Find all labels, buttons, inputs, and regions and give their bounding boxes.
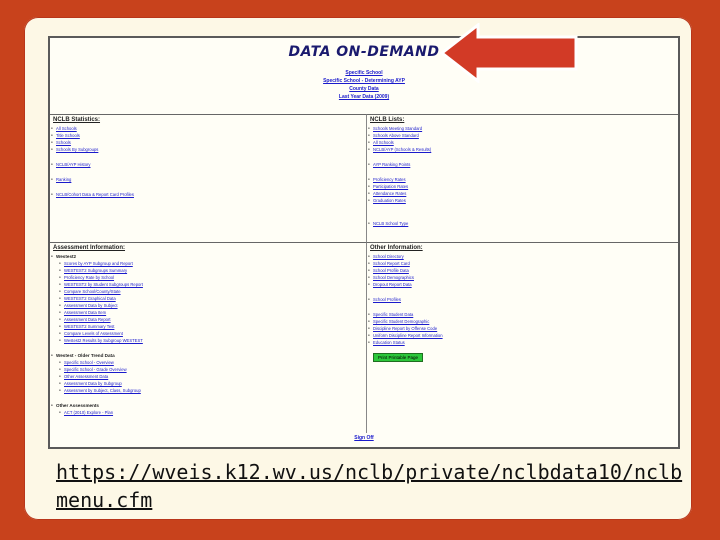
panel-assessment: Assessment Information: Westest2 Scores … <box>50 242 366 433</box>
list-item-link[interactable]: WESTEST2 Graphical Data <box>50 295 366 302</box>
list-item-link[interactable]: Specific School - Overview <box>50 359 366 366</box>
list-item-link[interactable]: WESTEST2 Summary Test <box>50 323 366 330</box>
list-item-link[interactable]: School Profile Data <box>367 267 678 274</box>
list-item-link[interactable]: School Directory <box>367 253 678 260</box>
list-item-link[interactable]: All Schools <box>50 125 366 132</box>
list-item-link[interactable]: Schools Meeting Standard <box>367 125 678 132</box>
list-item-link[interactable]: Discipline Report by Offense Code <box>367 325 678 332</box>
list-item-link[interactable]: Title Schools <box>50 132 366 139</box>
list-item-link[interactable]: Proficiency Rates <box>367 176 678 183</box>
print-button[interactable]: Print Printable Page <box>373 353 424 362</box>
list-item-link[interactable]: NCLB School Type <box>367 220 678 227</box>
left-arrow-icon <box>440 23 578 83</box>
list-item-link[interactable]: NCLB/Cohort Data & Report Card Profiles <box>50 191 366 198</box>
header-link-last-year[interactable]: Last Year Data (2009) <box>50 94 678 100</box>
panel-heading: NCLB Lists: <box>370 117 405 123</box>
list-item-link[interactable]: Other Assessment Data <box>50 373 366 380</box>
panel-nclb-statistics: NCLB Statistics: All SchoolsTitle School… <box>50 114 366 243</box>
screenshot-frame: DATA ON-DEMAND Specific School Specific … <box>48 36 680 449</box>
list-item-link[interactable]: Assessment Data Report <box>50 316 366 323</box>
list-item-link[interactable]: NCLB/AYP (Schools & Results) <box>367 146 678 153</box>
other-assessments-list: ACT (2010) Explore - Plan <box>50 409 366 416</box>
header-link-specific-school[interactable]: Specific School <box>50 70 678 76</box>
panel-nclb-lists: NCLB Lists: Schools Meeting StandardScho… <box>366 114 678 243</box>
list-item-link[interactable]: Dropout Report Data <box>367 281 678 288</box>
list-item-link[interactable]: All Schools <box>367 139 678 146</box>
list-item-link[interactable]: Assessment Data by Subject <box>50 302 366 309</box>
panel-other-information: Other Information: School DirectorySchoo… <box>366 242 678 433</box>
list-item-link[interactable]: Specific School - Grade Overview <box>50 366 366 373</box>
list-item-link[interactable]: Specific Student Demographic <box>367 318 678 325</box>
list-item-link[interactable]: Schools Above Standard <box>367 132 678 139</box>
list-item-link[interactable]: Attendance Rates <box>367 190 678 197</box>
list-item-link[interactable]: Assessment Data by Subgroup <box>50 380 366 387</box>
list-item-link[interactable]: Uniform Discipline Report Information <box>367 332 678 339</box>
url-link[interactable]: https://wveis.k12.wv.us/nclb/private/ncl… <box>56 458 686 514</box>
list-item-link[interactable]: AYP Ranking Points <box>367 161 678 168</box>
list-item-link[interactable]: ACT (2010) Explore - Plan <box>50 409 366 416</box>
panel-heading: Other Information: <box>370 245 423 251</box>
header-link-county-data[interactable]: County Data <box>50 86 678 92</box>
list-item-link[interactable]: Schools <box>50 139 366 146</box>
header-link-determining-ayp[interactable]: Specific School - Determining AYP <box>50 78 678 84</box>
list-item-link[interactable]: Education Status <box>367 339 678 346</box>
list-item-link[interactable]: School Demographics <box>367 274 678 281</box>
list-item-link[interactable]: Assessment by Subject, Class, Subgroup <box>50 387 366 394</box>
list-item-link[interactable]: School Report Card <box>367 260 678 267</box>
group-westest2: Westest2 <box>50 253 366 260</box>
list-item-link[interactable]: Graduation Rates <box>367 197 678 204</box>
list-item-link[interactable]: NCLB/AYP History <box>50 161 366 168</box>
sign-off-link[interactable]: Sign Off <box>50 435 678 441</box>
list-item-link[interactable]: Compare Levels of Assessment <box>50 330 366 337</box>
list-item-link[interactable]: WESTEST2 by Student Subgroups Report <box>50 281 366 288</box>
list-item-link[interactable]: Specific Student Data <box>367 311 678 318</box>
list-item-link[interactable]: Participation Rates <box>367 183 678 190</box>
list-item-link[interactable]: WESTEST2 Subgroups Summary <box>50 267 366 274</box>
list-item-link[interactable]: Compare School/County/State <box>50 288 366 295</box>
group-other-assessments: Other Assessments <box>50 402 366 409</box>
nclb-lists-list: Schools Meeting StandardSchools Above St… <box>367 125 678 227</box>
panel-heading: NCLB Statistics: <box>53 117 101 123</box>
other-information-list: School DirectorySchool Report CardSchool… <box>367 253 678 346</box>
westest2-list: Scores by AYP Subgroup and ReportWESTEST… <box>50 260 366 344</box>
list-item-link[interactable]: Assessment Data Item <box>50 309 366 316</box>
list-item-link[interactable]: School Profiles <box>367 296 678 303</box>
list-item-link[interactable]: Westest2 Results by Subgroup WESTEST <box>50 337 366 344</box>
list-item-link[interactable]: Scores by AYP Subgroup and Report <box>50 260 366 267</box>
list-item-link[interactable]: Ranking <box>50 176 366 183</box>
panel-heading: Assessment Information: <box>53 245 126 251</box>
list-item-link[interactable]: Proficiency Rate by School <box>50 274 366 281</box>
list-item-link[interactable]: Schools By Subgroups <box>50 146 366 153</box>
page-title: DATA ON-DEMAND <box>288 44 440 60</box>
older-trend-list: Specific School - OverviewSpecific Schoo… <box>50 359 366 394</box>
nclb-statistics-list: All SchoolsTitle SchoolsSchoolsSchools B… <box>50 125 366 198</box>
group-older-trend: Westest - Older Trend Data <box>50 352 366 359</box>
